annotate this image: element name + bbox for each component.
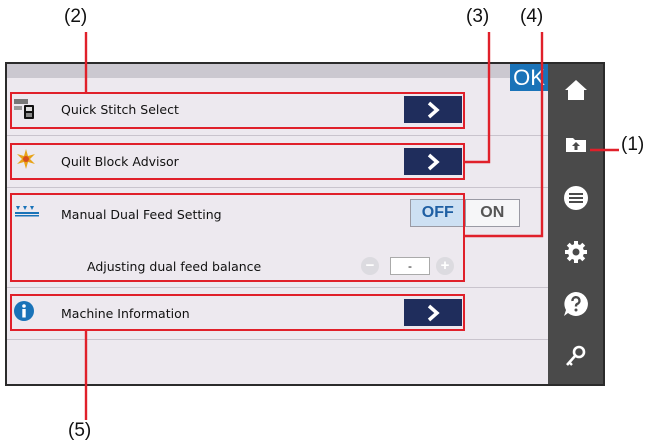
folder-upload-icon — [566, 138, 586, 152]
highlight-machine-info — [10, 294, 465, 331]
top-bar — [7, 64, 548, 78]
divider — [7, 339, 548, 340]
folder-upload-button[interactable] — [558, 126, 594, 162]
key-button[interactable] — [558, 338, 594, 374]
home-icon — [565, 80, 587, 100]
callout-5: (5) — [68, 420, 92, 441]
key-icon — [566, 345, 586, 366]
callout-3: (3) — [466, 6, 490, 27]
ok-button[interactable]: OK — [510, 64, 548, 91]
menu-button[interactable] — [558, 180, 594, 216]
callout-4: (4) — [520, 6, 544, 27]
divider — [7, 287, 548, 288]
home-button[interactable] — [558, 72, 594, 108]
settings-button[interactable] — [558, 234, 594, 270]
toggle-on[interactable]: ON — [466, 200, 520, 226]
divider — [7, 135, 548, 136]
callout-2: (2) — [64, 6, 88, 27]
help-button[interactable] — [558, 286, 594, 322]
gear-icon — [565, 241, 587, 263]
sidebar — [548, 64, 603, 384]
highlight-quick-stitch — [10, 92, 465, 129]
menu-icon — [564, 186, 588, 210]
highlight-dual-feed — [10, 193, 465, 282]
help-icon — [564, 292, 588, 316]
divider — [7, 187, 548, 188]
callout-1: (1) — [621, 134, 645, 155]
highlight-quilt-block — [10, 143, 465, 180]
